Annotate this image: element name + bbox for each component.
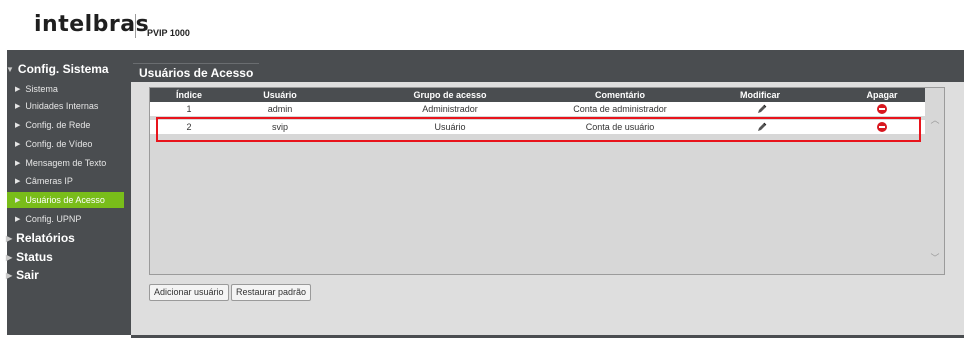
header-indice: Índice (175, 90, 202, 100)
triangle-right-icon: ▶ (6, 233, 13, 243)
sidebar-section-status[interactable]: ▶ Status (6, 250, 53, 264)
header-modificar: Modificar (739, 90, 780, 100)
arrow-right-icon: ▶ (15, 141, 21, 148)
logo: intelbras (34, 12, 150, 37)
sidebar-item-mensagem-texto[interactable]: ▶ Mensagem de Texto (7, 155, 124, 171)
sidebar-item-config-video[interactable]: ▶ Config. de Vídeo (7, 136, 124, 152)
sidebar-section-sair[interactable]: ▶ Sair (6, 268, 39, 282)
sidebar-item-label: Config. de Rede (25, 120, 91, 130)
sidebar-item-label: Câmeras IP (25, 176, 73, 186)
model-label: PVIP 1000 (147, 28, 190, 38)
sidebar-section-label: Sair (16, 268, 39, 282)
selection-highlight (156, 117, 921, 142)
header-comentario: Comentário (594, 90, 645, 100)
sidebar-item-label: Unidades Internas (25, 101, 99, 111)
logo-divider (135, 14, 136, 38)
sidebar-section-label: Relatórios (16, 231, 75, 245)
sidebar-section-label: Status (16, 250, 53, 264)
sidebar-item-cameras-ip[interactable]: ▶ Câmeras IP (7, 173, 124, 189)
sidebar-item-label: Config. de Vídeo (25, 139, 93, 149)
sidebar-item-label: Sistema (25, 84, 58, 94)
arrow-right-icon: ▶ (15, 197, 21, 204)
cell-group: Administrador (422, 104, 478, 114)
sidebar-item-config-upnp[interactable]: ▶ Config. UPNP (7, 211, 124, 227)
header-usuario: Usuário (263, 90, 297, 100)
add-user-button[interactable]: Adicionar usuário (149, 284, 229, 301)
arrow-right-icon: ▶ (15, 122, 21, 129)
header-apagar: Apagar (866, 90, 898, 100)
sidebar-item-config-rede[interactable]: ▶ Config. de Rede (7, 117, 124, 133)
sidebar-item-usuarios-acesso[interactable]: ▶ Usuários de Acesso (7, 192, 124, 208)
footer-bar (131, 335, 964, 338)
sidebar-item-sistema[interactable]: ▶ Sistema (7, 81, 124, 97)
arrow-right-icon: ▶ (15, 216, 21, 223)
restore-default-button[interactable]: Restaurar padrão (231, 284, 312, 301)
cell-comment: Conta de administrador (573, 104, 667, 114)
header-grupo: Grupo de acesso (413, 90, 487, 100)
table-scrollbar[interactable]: ︿ ﹀ (926, 102, 944, 274)
sidebar-item-unidades-internas[interactable]: ▶ Unidades Internas (7, 98, 124, 114)
delete-icon[interactable] (877, 104, 887, 114)
sidebar-section-label: Config. Sistema (17, 62, 109, 76)
arrow-right-icon: ▶ (15, 86, 21, 93)
arrow-right-icon: ▶ (15, 178, 21, 185)
model-text: PVIP 1000 (147, 28, 190, 38)
table-header: Índice Usuário Grupo de acesso Comentári… (150, 88, 925, 102)
triangle-down-icon: ▼ (6, 64, 14, 74)
table-row[interactable]: 1 admin Administrador Conta de administr… (150, 102, 925, 116)
header: intelbras PVIP 1000 (0, 0, 964, 50)
cell-user: admin (267, 104, 293, 114)
arrow-right-icon: ▶ (15, 103, 21, 110)
sidebar-item-label: Usuários de Acesso (25, 195, 105, 205)
sidebar-section-config[interactable]: ▼ Config. Sistema (6, 62, 109, 76)
sidebar-section-relatorios[interactable]: ▶ Relatórios (6, 231, 75, 245)
cell-index: 1 (186, 104, 192, 114)
sidebar-item-label: Mensagem de Texto (25, 158, 107, 168)
triangle-right-icon: ▶ (6, 252, 13, 262)
pencil-icon[interactable] (757, 104, 767, 114)
top-bar (7, 50, 964, 60)
chevron-down-icon[interactable]: ﹀ (929, 252, 941, 264)
chevron-up-icon[interactable]: ︿ (929, 114, 941, 126)
sidebar-item-label: Config. UPNP (25, 214, 82, 224)
triangle-right-icon: ▶ (6, 270, 13, 280)
tab-usuarios-acesso[interactable]: Usuários de Acesso (133, 63, 260, 83)
arrow-right-icon: ▶ (15, 160, 21, 167)
